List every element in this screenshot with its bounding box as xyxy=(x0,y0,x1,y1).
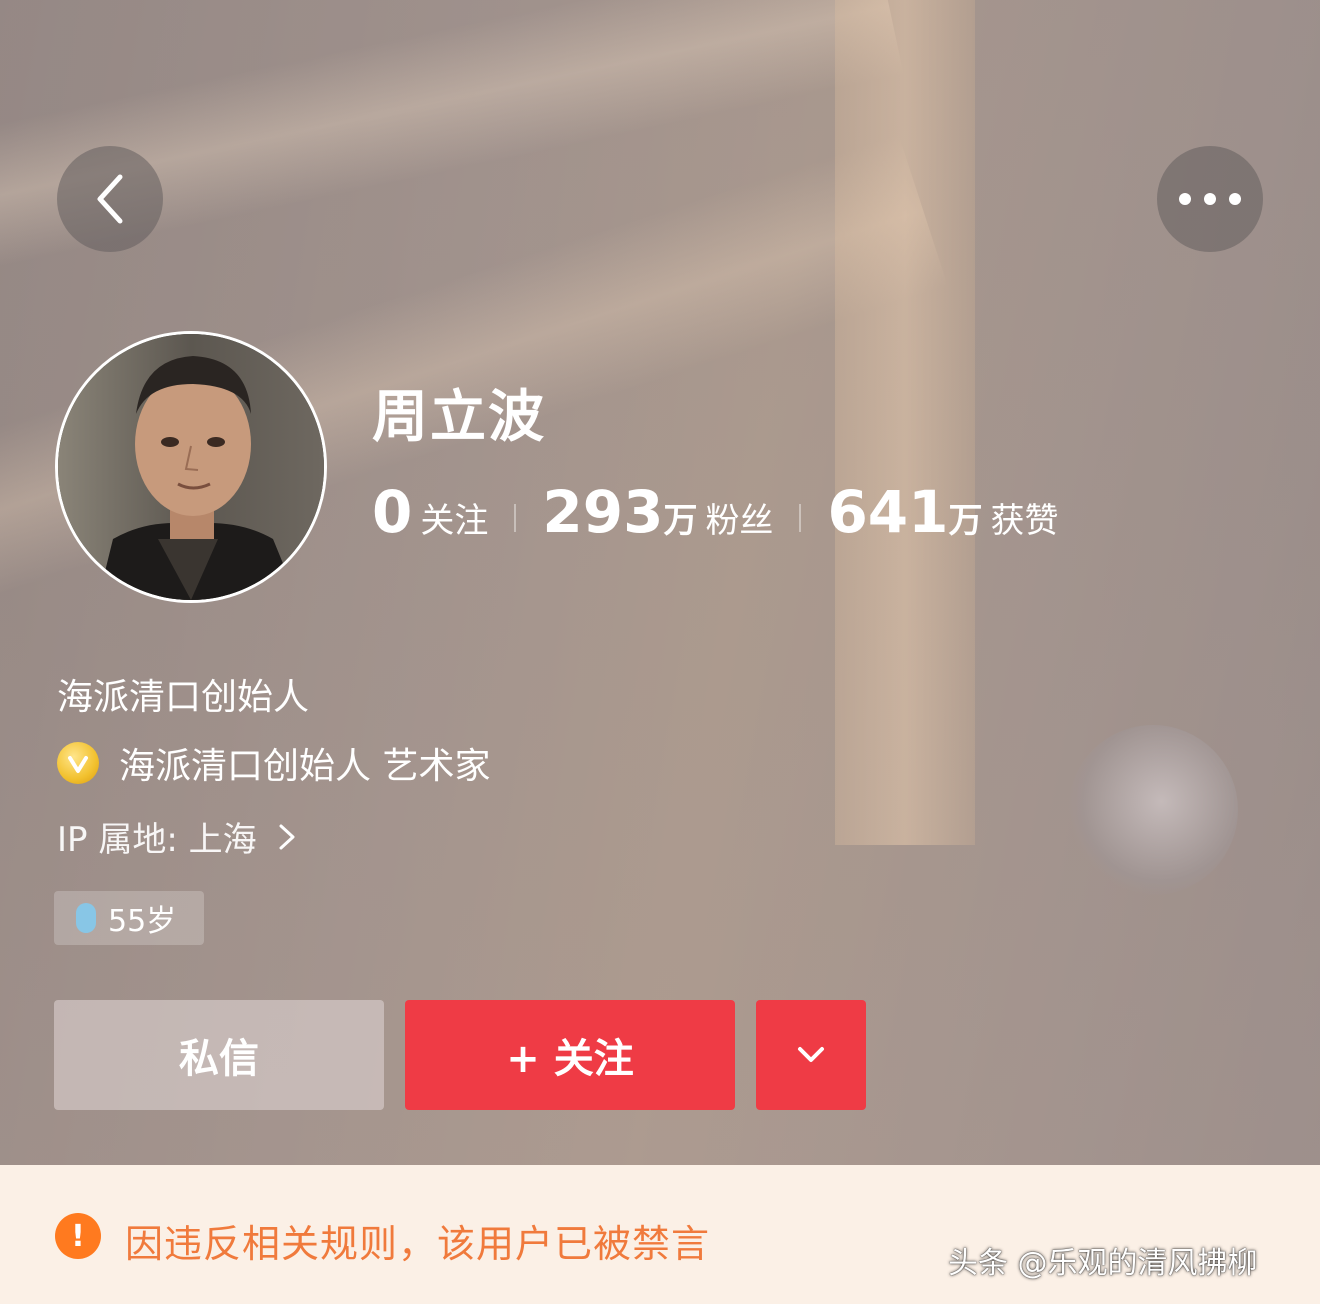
chevron-right-icon xyxy=(279,824,295,849)
stat-followers[interactable]: 293万 粉丝 xyxy=(542,478,773,546)
chevron-left-icon xyxy=(97,174,123,224)
background-beam xyxy=(835,0,975,845)
age-tag: 55岁 xyxy=(54,891,204,945)
warning-icon: ! xyxy=(55,1213,101,1259)
stat-followers-unit: 万 xyxy=(663,501,698,541)
profile-name: 周立波 xyxy=(372,385,546,450)
stat-following-count: 0 xyxy=(372,478,413,546)
profile-bio: 海派清口创始人 xyxy=(57,677,310,718)
stat-followers-label: 粉丝 xyxy=(705,501,774,541)
watermark: 头条 @乐观的清风拂柳 xyxy=(948,1246,1258,1281)
stat-following[interactable]: 0 关注 xyxy=(372,478,488,546)
follow-dropdown-button[interactable] xyxy=(756,1000,866,1110)
message-button[interactable]: 私信 xyxy=(54,1000,384,1110)
more-dots-icon xyxy=(1179,193,1241,205)
notice-text: 因违反相关规则，该用户已被禁言 xyxy=(125,1222,711,1266)
chevron-down-icon xyxy=(798,1047,824,1062)
stat-followers-count: 293 xyxy=(542,478,664,546)
back-button[interactable] xyxy=(57,146,163,252)
more-options-button[interactable] xyxy=(1157,146,1263,252)
avatar[interactable] xyxy=(55,331,327,603)
verification-text: 海派清口创始人 艺术家 xyxy=(119,746,491,787)
verified-badge-icon xyxy=(57,742,99,784)
background-lamp xyxy=(1068,725,1238,895)
gender-icon xyxy=(76,903,96,933)
stat-likes-unit: 万 xyxy=(948,501,983,541)
follow-button[interactable]: + 关注 xyxy=(405,1000,735,1110)
ip-location[interactable]: IP 属地: 上海 xyxy=(57,812,301,861)
verification-info: 海派清口创始人 艺术家 xyxy=(57,737,490,789)
avatar-portrait xyxy=(58,334,324,600)
stat-likes[interactable]: 641万 获赞 xyxy=(827,478,1058,546)
stat-likes-count: 641 xyxy=(827,478,949,546)
age-text: 55岁 xyxy=(108,904,177,939)
stat-likes-label: 获赞 xyxy=(990,501,1059,541)
stat-divider xyxy=(799,504,802,532)
profile-stats: 0 关注 293万 粉丝 641万 获赞 xyxy=(372,478,1059,558)
stat-following-label: 关注 xyxy=(420,501,489,541)
stat-divider xyxy=(514,504,517,532)
ip-location-text: IP 属地: 上海 xyxy=(57,820,257,860)
